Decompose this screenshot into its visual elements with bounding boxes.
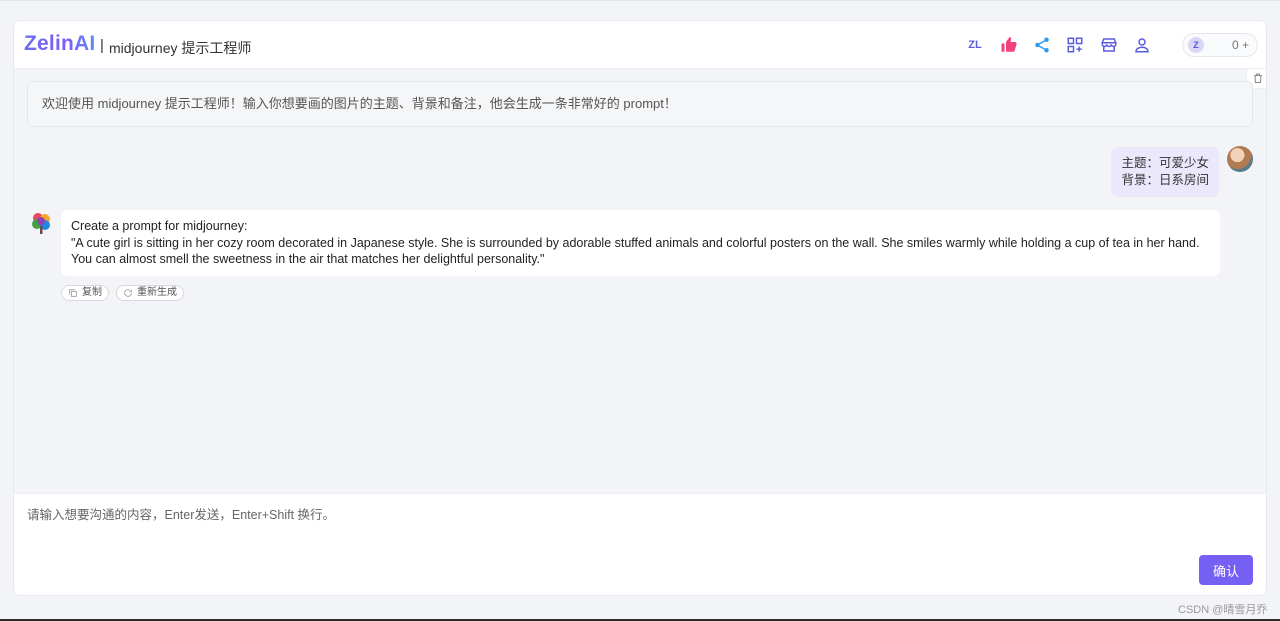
bot-avatar: [30, 211, 52, 235]
user-message-line: 主题：可爱少女: [1121, 156, 1209, 170]
brand-logo[interactable]: ZelinAI: [24, 32, 95, 56]
brand-separator: |: [100, 37, 104, 54]
trash-icon: [1254, 73, 1262, 83]
welcome-message: 欢迎使用 midjourney 提示工程师！输入你想要画的图片的主题、背景和备注…: [27, 81, 1253, 127]
apps-icon[interactable]: [1066, 36, 1084, 54]
share-icon[interactable]: [1033, 36, 1051, 54]
window-top-border: [0, 0, 1280, 1]
credits-avatar: Z: [1188, 37, 1204, 53]
bot-message-line: Create a prompt for midjourney:: [71, 219, 248, 233]
watermark: CSDN @晴雪月乔: [1178, 604, 1268, 616]
confirm-button[interactable]: 确认: [1199, 555, 1253, 585]
regenerate-label: 重新生成: [137, 287, 177, 298]
chat-panel: ZelinAI | midjourney 提示工程师 ZL Z 0 + 欢迎使用…: [13, 20, 1267, 596]
message-composer: 确认: [14, 493, 1266, 595]
zl-logo-icon[interactable]: ZL: [966, 36, 984, 54]
copy-button[interactable]: 复制: [61, 285, 109, 301]
bot-message-line: "A cute girl is sitting in her cozy room…: [71, 235, 1200, 267]
credits-badge[interactable]: Z 0 +: [1182, 33, 1258, 57]
app-header: ZelinAI | midjourney 提示工程师 ZL Z 0 +: [14, 21, 1266, 69]
user-message-bubble: 主题：可爱少女 背景：日系房间: [1111, 147, 1219, 197]
refresh-icon: [124, 289, 132, 297]
message-input[interactable]: [14, 494, 1266, 554]
copy-label: 复制: [82, 287, 102, 298]
copy-icon: [69, 289, 77, 297]
credits-value: 0 +: [1231, 38, 1249, 52]
bot-message-bubble: Create a prompt for midjourney: "A cute …: [61, 210, 1220, 276]
store-icon[interactable]: [1100, 36, 1118, 54]
app-title: midjourney 提示工程师: [109, 40, 252, 56]
user-avatar: [1227, 146, 1253, 172]
regenerate-button[interactable]: 重新生成: [116, 285, 184, 301]
thumbs-up-icon[interactable]: [1000, 36, 1018, 54]
user-message-line: 背景：日系房间: [1121, 173, 1209, 187]
user-icon[interactable]: [1133, 36, 1151, 54]
